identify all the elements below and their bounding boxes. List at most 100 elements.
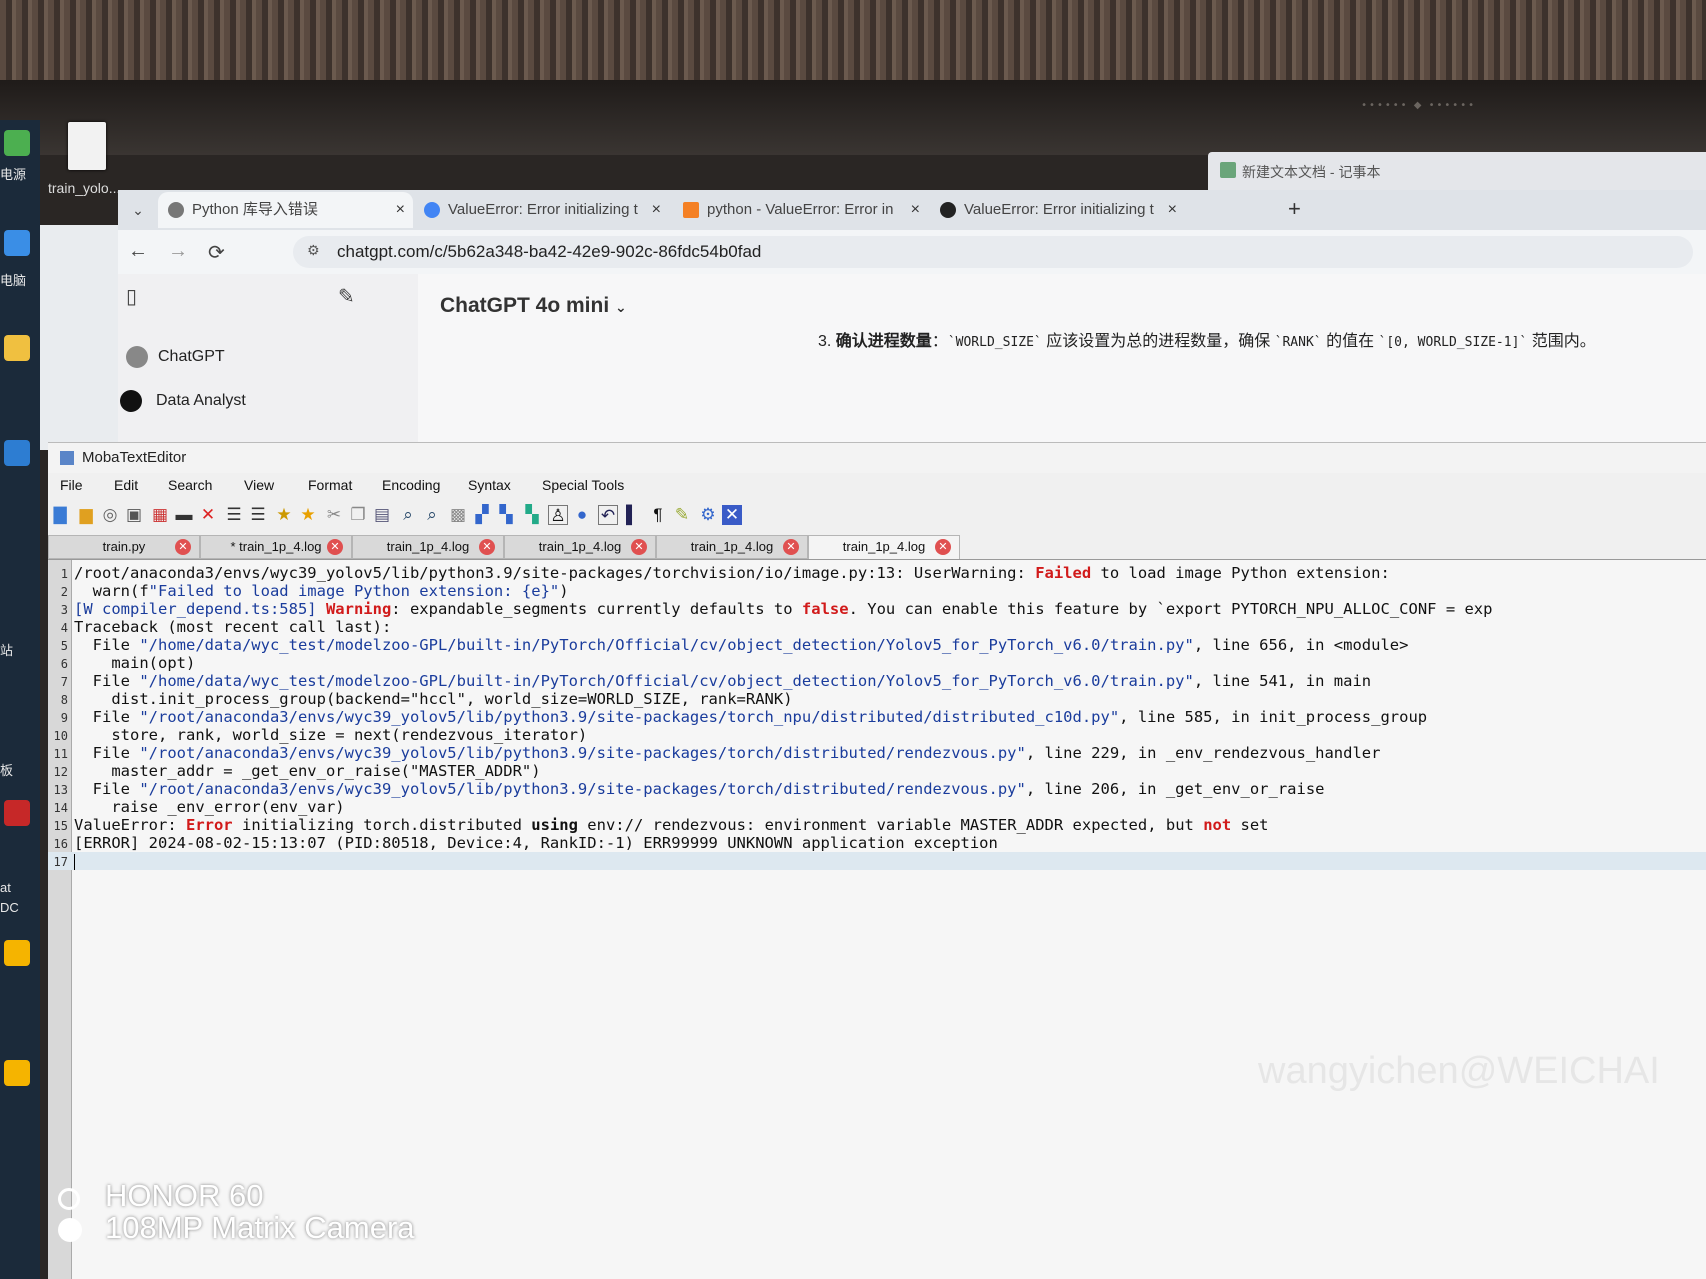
tab-valueerror-google[interactable]: ValueError: Error initializing t × — [414, 192, 669, 228]
paste-icon[interactable]: ▤ — [372, 505, 392, 525]
close-icon[interactable]: × — [911, 192, 920, 228]
close-icon[interactable]: × — [396, 192, 405, 228]
windows-icon[interactable]: ▞ — [472, 505, 492, 525]
code-lines[interactable]: 1/root/anaconda3/envs/wyc39_yolov5/lib/p… — [48, 564, 1706, 870]
close-icon[interactable]: ✕ — [631, 539, 647, 555]
star-icon[interactable]: ★ — [298, 505, 318, 525]
find-icon[interactable]: ⌕ — [398, 505, 418, 525]
new-tab-button[interactable]: + — [1288, 196, 1301, 222]
close-icon[interactable]: × — [652, 192, 661, 228]
code-line[interactable]: 2 warn(f"Failed to load image Python ext… — [48, 582, 1706, 600]
calendar-icon[interactable]: ▦ — [150, 505, 170, 525]
code-line[interactable]: 11 File "/root/anaconda3/envs/wyc39_yolo… — [48, 744, 1706, 762]
menu-syntax[interactable]: Syntax — [468, 477, 511, 493]
answer-text-part: 应该设置为总的进程数量，确保 — [1041, 333, 1275, 350]
menu-format[interactable]: Format — [308, 477, 352, 493]
menu-view[interactable]: View — [244, 477, 274, 493]
code-line[interactable]: 4 Traceback (most recent call last): — [48, 618, 1706, 636]
code-token: env:// rendezvous: environment variable … — [577, 816, 1204, 834]
address-bar[interactable]: ⚙ chatgpt.com/c/5b62a348-ba42-42e9-902c-… — [293, 236, 1693, 268]
tab-python-import-error[interactable]: Python 库导入错误 × — [158, 192, 413, 228]
tab-train-log[interactable]: train_1p_4.log ✕ — [656, 535, 808, 559]
menu-edit[interactable]: Edit — [114, 477, 138, 493]
sidebar-item-data-analyst[interactable]: Data Analyst — [156, 392, 246, 410]
app-icon[interactable] — [4, 800, 30, 826]
code-editor[interactable]: 1/root/anaconda3/envs/wyc39_yolov5/lib/p… — [48, 559, 1706, 1279]
menu-search[interactable]: Search — [168, 477, 212, 493]
print-icon[interactable]: ▬ — [174, 505, 194, 525]
sidebar-toggle-icon[interactable]: ▯ — [126, 284, 137, 309]
close-icon[interactable]: ✕ — [479, 539, 495, 555]
tab-train-log[interactable]: train_1p_4.log ✕ — [504, 535, 656, 559]
code-line[interactable]: 7 File "/home/data/wyc_test/modelzoo-GPL… — [48, 672, 1706, 690]
grid-icon[interactable]: ▩ — [448, 505, 468, 525]
forward-arrow-icon[interactable]: → — [168, 240, 188, 263]
new-chat-icon[interactable]: ✎ — [338, 284, 355, 309]
computer-icon[interactable] — [4, 230, 30, 256]
column-icon[interactable]: ▌ — [622, 505, 642, 525]
code-line[interactable]: 3 [W compiler_depend.ts:585] Warning: exp… — [48, 600, 1706, 618]
code-line[interactable]: 1/root/anaconda3/envs/wyc39_yolov5/lib/p… — [48, 564, 1706, 582]
close-icon[interactable]: ✕ — [327, 539, 343, 555]
menu-special-tools[interactable]: Special Tools — [542, 477, 624, 493]
settings-icon[interactable]: ⚙ — [698, 505, 718, 525]
new-file-icon[interactable]: ▇ — [50, 505, 70, 525]
save-icon[interactable]: ▣ — [124, 505, 144, 525]
tab-github-issue[interactable]: ValueError: Error initializing t × — [930, 192, 1185, 228]
code-line[interactable]: 6 main(opt) — [48, 654, 1706, 672]
code-token: "/root/anaconda3/envs/wyc39_yolov5/lib/p… — [139, 780, 1026, 798]
app-icon[interactable] — [4, 1060, 30, 1086]
find-replace-icon[interactable]: ⌕ — [422, 505, 442, 525]
menu-file[interactable]: File — [60, 477, 83, 493]
exit-icon[interactable]: ✕ — [722, 505, 742, 525]
reload-icon[interactable]: ⟳ — [208, 240, 225, 265]
code-line[interactable]: 15 ValueError: Error initializing torch.d… — [48, 816, 1706, 834]
code-line[interactable]: 9 File "/root/anaconda3/envs/wyc39_yolov… — [48, 708, 1706, 726]
app-icon[interactable] — [4, 440, 30, 466]
site-info-icon[interactable]: ⚙ — [307, 242, 320, 259]
bookmark-icon[interactable]: ★ — [274, 505, 294, 525]
tab-train-log-modified[interactable]: * train_1p_4.log ✕ — [200, 535, 352, 559]
notepad-window[interactable]: 新建文本文档 - 记事本 — [1208, 152, 1706, 192]
close-file-icon[interactable]: ✕ — [198, 505, 218, 525]
code-line[interactable]: 16 [ERROR] 2024-08-02-15:13:07 (PID:80518… — [48, 834, 1706, 852]
close-icon[interactable]: ✕ — [783, 539, 799, 555]
code-line[interactable]: 14 raise _env_error(env_var) — [48, 798, 1706, 816]
file-icon[interactable] — [68, 122, 106, 170]
code-line[interactable]: 13 File "/root/anaconda3/envs/wyc39_yolo… — [48, 780, 1706, 798]
windows-logo-icon[interactable]: ▚ — [522, 505, 542, 525]
tab-train-py[interactable]: train.py ✕ — [48, 535, 200, 559]
undo-icon[interactable]: ↶ — [598, 505, 618, 525]
folder-icon[interactable] — [4, 335, 30, 361]
tab-search-chevron-icon[interactable]: ⌄ — [126, 198, 150, 222]
back-arrow-icon[interactable]: ← — [128, 240, 148, 263]
apple-icon[interactable]: ● — [572, 505, 592, 525]
code-line[interactable]: 12 master_addr = _get_env_or_raise("MAST… — [48, 762, 1706, 780]
pilcrow-icon[interactable]: ¶ — [648, 505, 668, 525]
code-line[interactable]: 5 File "/home/data/wyc_test/modelzoo-GPL… — [48, 636, 1706, 654]
url-text[interactable]: chatgpt.com/c/5b62a348-ba42-42e9-902c-86… — [337, 242, 761, 262]
open-folder-icon[interactable]: ▆ — [76, 505, 96, 525]
copy-icon[interactable]: ❐ — [348, 505, 368, 525]
desktop-app-icon[interactable] — [4, 130, 30, 156]
tab-train-log[interactable]: train_1p_4.log ✕ — [352, 535, 504, 559]
code-line[interactable]: 10 store, rank, world_size = next(rendez… — [48, 726, 1706, 744]
close-icon[interactable]: ✕ — [175, 539, 191, 555]
sidebar-item-chatgpt[interactable]: ChatGPT — [158, 348, 225, 366]
model-selector[interactable]: ChatGPT 4o mini ⌄ — [440, 294, 627, 318]
tab-stackoverflow[interactable]: python - ValueError: Error in × — [673, 192, 928, 228]
linux-icon[interactable]: ♙ — [548, 505, 568, 525]
menu-encoding[interactable]: Encoding — [382, 477, 440, 493]
close-icon[interactable]: ✕ — [935, 539, 951, 555]
windows-icon[interactable]: ▚ — [496, 505, 516, 525]
code-line[interactable]: 17 — [48, 852, 1706, 870]
pen-icon[interactable]: ✎ — [672, 505, 692, 525]
close-icon[interactable]: × — [1168, 192, 1177, 228]
indent-icon[interactable]: ☰ — [224, 505, 244, 525]
reload-file-icon[interactable]: ◎ — [100, 505, 120, 525]
code-line[interactable]: 8 dist.init_process_group(backend="hccl"… — [48, 690, 1706, 708]
unindent-icon[interactable]: ☰ — [248, 505, 268, 525]
tab-train-log-active[interactable]: train_1p_4.log ✕ — [808, 535, 960, 559]
app-icon[interactable] — [4, 940, 30, 966]
cut-icon[interactable]: ✂ — [324, 505, 344, 525]
